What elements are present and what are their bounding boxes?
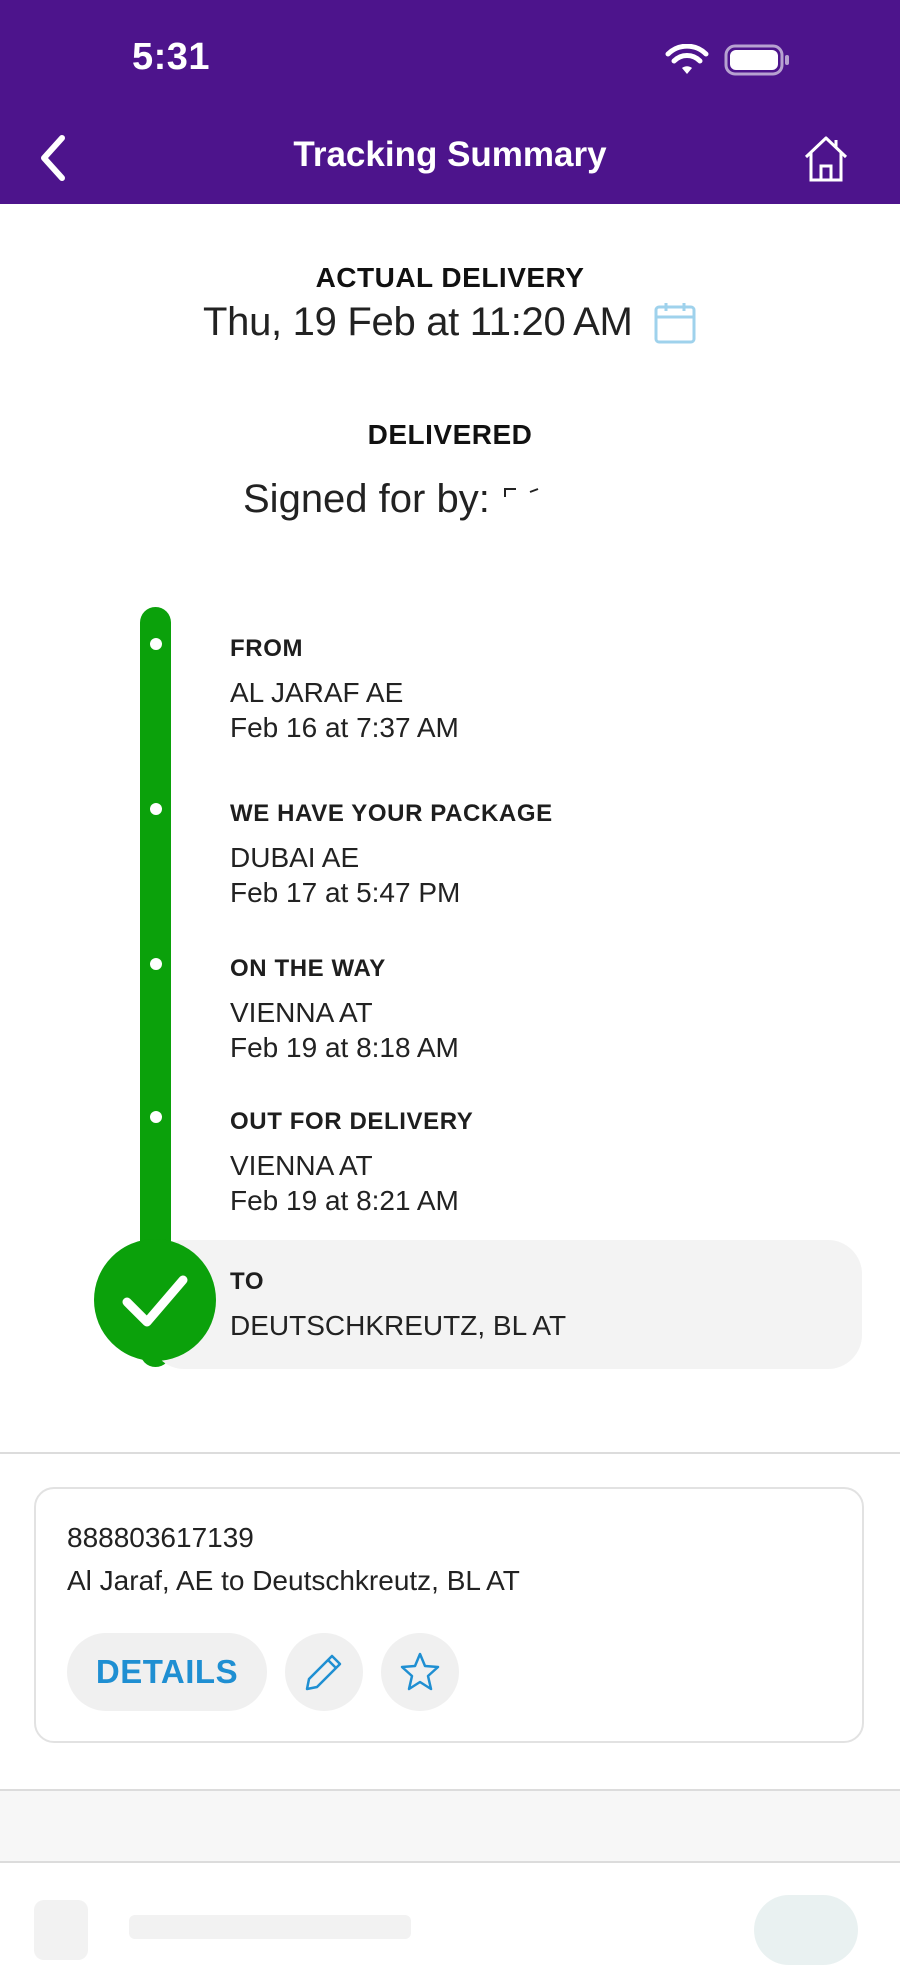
star-icon	[400, 1652, 440, 1691]
section-divider	[0, 1861, 900, 1863]
edit-button[interactable]	[285, 1633, 363, 1711]
page-title: Tracking Summary	[293, 135, 607, 174]
step-title: TO	[230, 1268, 265, 1295]
timeline-dot	[150, 638, 162, 650]
shipment-route: Al Jaraf, AE to Deutschkreutz, BL AT	[67, 1565, 520, 1596]
timeline-step-picked-up: WE HAVE YOUR PACKAGE DUBAI AE Feb 17 at …	[230, 800, 553, 910]
header-bar: 5:31 Tracking Summary	[0, 0, 900, 204]
calendar-icon[interactable]	[654, 302, 696, 344]
timeline-step-out-for-delivery: OUT FOR DELIVERY VIENNA AT Feb 19 at 8:2…	[230, 1108, 473, 1218]
delivery-status: DELIVERED	[367, 419, 533, 450]
step-location: VIENNA AT	[230, 1150, 373, 1181]
timeline-step-from: FROM AL JARAF AE Feb 16 at 7:37 AM	[230, 635, 459, 745]
timeline-dot	[150, 1111, 162, 1123]
step-time: Feb 19 at 8:18 AM	[230, 1032, 459, 1063]
step-title: OUT FOR DELIVERY	[230, 1108, 474, 1135]
step-title: WE HAVE YOUR PACKAGE	[230, 800, 553, 827]
battery-icon	[724, 44, 789, 76]
delivery-date: Thu, 19 Feb at 11:20 AM	[203, 300, 633, 344]
skeleton-button	[754, 1895, 858, 1965]
timeline-step-to: TO DEUTSCHKREUTZ, BL AT	[230, 1268, 566, 1343]
skeleton-text-line	[129, 1915, 411, 1939]
wifi-icon	[665, 44, 709, 74]
home-button[interactable]	[800, 130, 852, 186]
step-location: AL JARAF AE	[230, 677, 404, 708]
section-divider	[0, 1452, 900, 1454]
delivery-label: ACTUAL DELIVERY	[315, 262, 585, 293]
step-title: ON THE WAY	[230, 955, 386, 982]
tracking-number: 888803617139	[67, 1522, 254, 1553]
timeline-dot	[150, 958, 162, 970]
status-time: 5:31	[132, 36, 211, 78]
step-location: DEUTSCHKREUTZ, BL AT	[230, 1310, 567, 1341]
details-button[interactable]: DETAILS	[67, 1633, 267, 1711]
step-title: FROM	[230, 635, 304, 662]
section-spacer	[0, 1791, 900, 1861]
step-location: VIENNA AT	[230, 997, 373, 1028]
checkmark-icon	[122, 1275, 188, 1327]
delivered-check-badge	[94, 1239, 216, 1361]
home-icon	[804, 136, 848, 182]
favorite-button[interactable]	[381, 1633, 459, 1711]
timeline-dot	[150, 803, 162, 815]
timeline-step-in-transit: ON THE WAY VIENNA AT Feb 19 at 8:18 AM	[230, 955, 459, 1065]
signed-for-label: Signed for by:	[243, 477, 490, 521]
step-time: Feb 17 at 5:47 PM	[230, 877, 461, 908]
step-time: Feb 16 at 7:37 AM	[230, 712, 459, 743]
signature-mark	[504, 488, 539, 497]
pencil-icon	[305, 1654, 342, 1691]
step-time: Feb 19 at 8:21 AM	[230, 1185, 459, 1216]
step-location: DUBAI AE	[230, 842, 360, 873]
skeleton-thumbnail	[34, 1900, 88, 1960]
